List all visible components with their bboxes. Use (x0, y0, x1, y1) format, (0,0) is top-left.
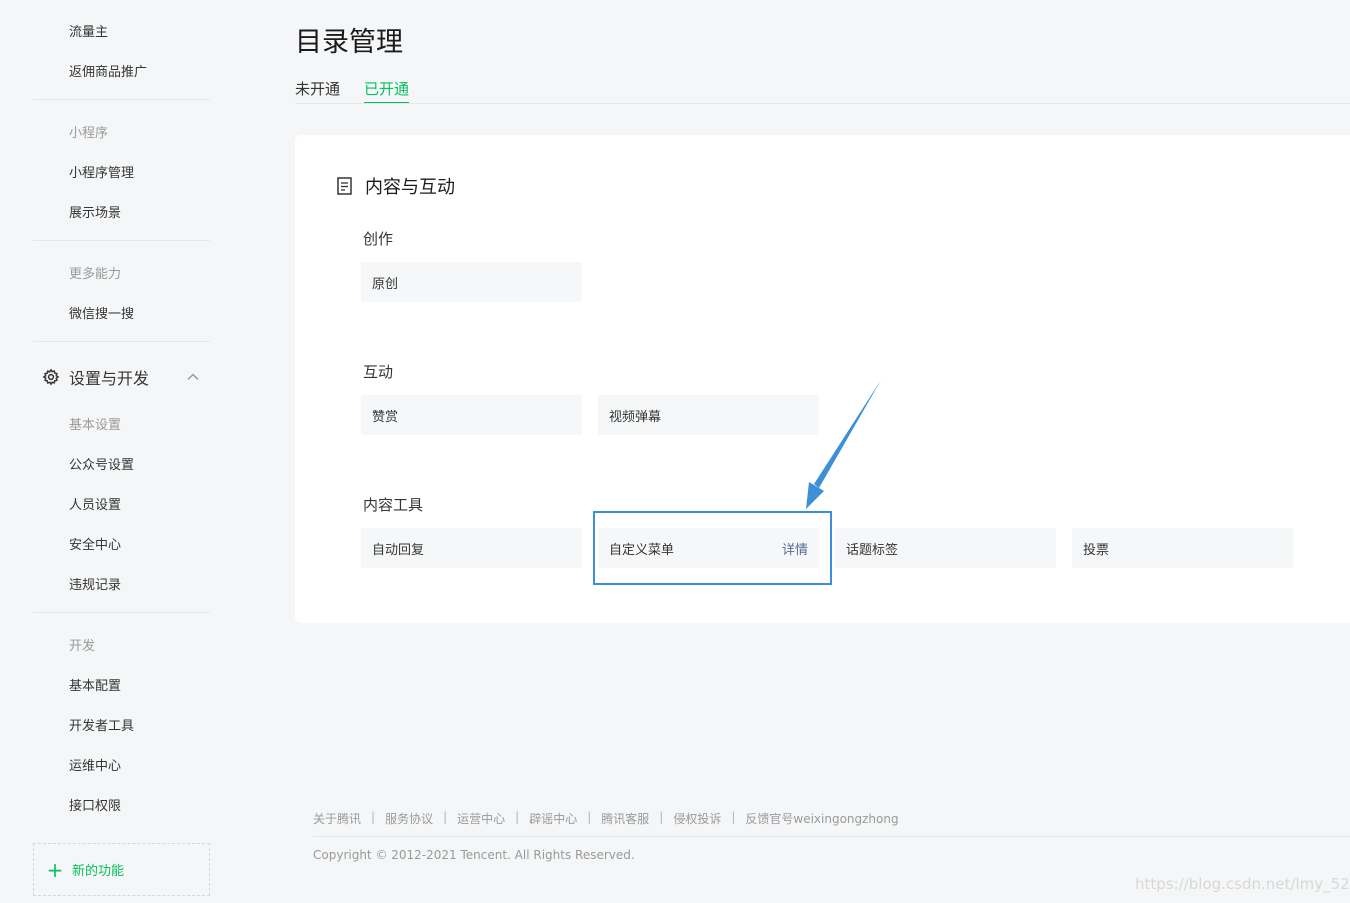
footer-link-infringement[interactable]: 侵权投诉 (673, 810, 721, 827)
tab-not-enabled[interactable]: 未开通 (295, 78, 340, 104)
tile-label: 投票 (1083, 542, 1110, 558)
sidebar-section-settings[interactable]: 设置与开发 (41, 366, 211, 388)
sidebar-item-commission-promotion[interactable]: 返佣商品推广 (69, 61, 147, 80)
sidebar-item-security-center[interactable]: 安全中心 (69, 534, 121, 553)
sidebar-divider (33, 99, 210, 100)
group-label-content-tools: 内容工具 (363, 496, 424, 514)
annotation-highlight-box (593, 511, 832, 585)
sidebar-group-more: 更多能力 (69, 267, 122, 282)
tile-label: 视频弹幕 (609, 409, 662, 425)
sidebar-item-ops-center[interactable]: 运维中心 (69, 755, 121, 774)
footer-separator: | (515, 810, 520, 824)
footer-link-service-agreement[interactable]: 服务协议 (385, 810, 433, 827)
group-label-interaction: 互动 (363, 363, 394, 381)
footer-link-rumor-center[interactable]: 辟谣中心 (529, 810, 577, 827)
tile-reward[interactable]: 赞赏 (361, 395, 582, 435)
tabs-divider (295, 103, 1350, 104)
sidebar-item-account-settings[interactable]: 公众号设置 (69, 454, 134, 473)
new-feature-label: 新的功能 (72, 864, 125, 879)
sidebar-group-basic-settings: 基本设置 (69, 418, 122, 433)
footer-links: 关于腾讯 | 服务协议 | 运营中心 | 辟谣中心 | 腾讯客服 | 侵权投诉 … (313, 810, 899, 827)
gear-icon (41, 367, 61, 387)
card-title: 内容与互动 (365, 177, 455, 198)
sidebar-group-dev: 开发 (69, 639, 96, 654)
sidebar-item-wechat-search[interactable]: 微信搜一搜 (69, 303, 134, 322)
sidebar-divider (33, 341, 210, 342)
new-feature-button[interactable]: + 新的功能 (33, 843, 210, 896)
footer-separator: | (731, 810, 736, 824)
footer-link-customer-service[interactable]: 腾讯客服 (601, 810, 649, 827)
sidebar-section-label: 设置与开发 (69, 369, 150, 388)
sidebar-item-api-permissions[interactable]: 接口权限 (69, 795, 121, 814)
sidebar: 流量主 返佣商品推广 小程序 小程序管理 展示场景 更多能力 微信搜一搜 设置与… (0, 0, 230, 903)
sidebar-item-dev-tools[interactable]: 开发者工具 (69, 715, 134, 734)
footer-separator: | (659, 810, 664, 824)
sidebar-divider (33, 612, 210, 613)
footer-divider (313, 836, 1350, 837)
footer-separator: | (587, 810, 592, 824)
footer-link-operations-center[interactable]: 运营中心 (457, 810, 505, 827)
tile-label: 话题标签 (846, 542, 899, 558)
plus-icon: + (46, 857, 64, 882)
footer-link-feedback[interactable]: 反馈官号weixingongzhong (745, 810, 898, 827)
sidebar-divider (33, 240, 210, 241)
sidebar-item-display-scene[interactable]: 展示场景 (69, 202, 121, 221)
tile-original[interactable]: 原创 (361, 262, 582, 302)
tile-label: 自动回复 (372, 542, 425, 558)
tile-auto-reply[interactable]: 自动回复 (361, 528, 582, 568)
sidebar-item-basic-config[interactable]: 基本配置 (69, 675, 121, 694)
tile-label: 原创 (372, 276, 399, 292)
page-title: 目录管理 (295, 27, 403, 58)
document-icon (337, 177, 353, 195)
sidebar-item-staff-settings[interactable]: 人员设置 (69, 494, 121, 513)
sidebar-item-traffic-host[interactable]: 流量主 (69, 21, 108, 40)
tab-enabled[interactable]: 已开通 (364, 78, 410, 104)
footer-link-about[interactable]: 关于腾讯 (313, 810, 361, 827)
tile-label: 赞赏 (372, 409, 399, 425)
footer-separator: | (371, 810, 376, 824)
tile-video-danmaku[interactable]: 视频弹幕 (598, 395, 819, 435)
sidebar-group-miniprogram: 小程序 (69, 126, 109, 141)
copyright-text: Copyright © 2012-2021 Tencent. All Right… (313, 848, 635, 862)
tile-vote[interactable]: 投票 (1072, 528, 1293, 568)
card-header: 内容与互动 (337, 173, 455, 199)
group-label-creation: 创作 (363, 230, 394, 248)
sidebar-item-miniprogram-manage[interactable]: 小程序管理 (69, 162, 134, 181)
tab-bar: 未开通 已开通 (295, 78, 433, 104)
tile-topic-tags[interactable]: 话题标签 (835, 528, 1056, 568)
annotation-arrow-icon (806, 380, 881, 509)
chevron-up-icon[interactable] (185, 369, 201, 385)
sidebar-item-violation-records[interactable]: 违规记录 (69, 574, 121, 593)
footer-separator: | (443, 810, 448, 824)
watermark-text: https://blog.csdn.net/lmy_520 (1135, 875, 1350, 893)
